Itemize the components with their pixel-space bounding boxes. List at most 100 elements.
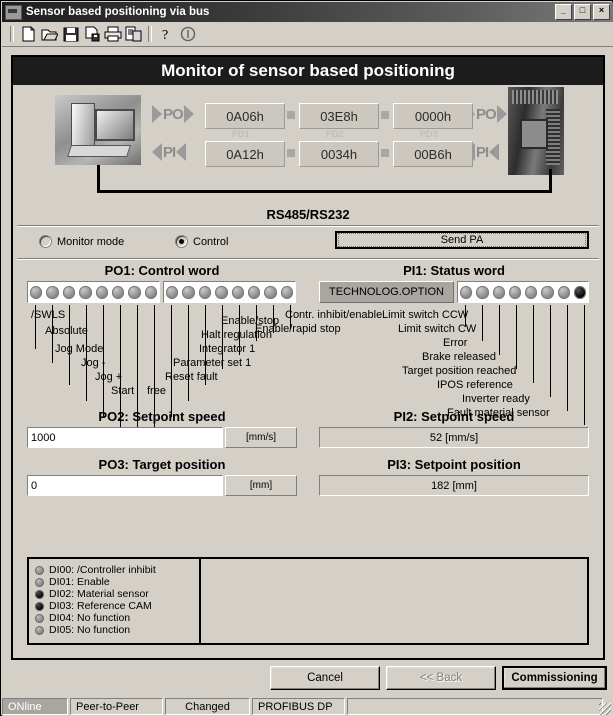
pi1-value: 0A12h xyxy=(205,141,285,167)
send-pa-button[interactable]: Send PA xyxy=(335,231,589,249)
control-word-led-11[interactable] xyxy=(215,285,228,299)
cancel-button[interactable]: Cancel xyxy=(270,666,380,690)
status-mode: Peer-to-Peer xyxy=(70,698,163,715)
control-word-led-9[interactable] xyxy=(182,285,195,299)
pi3-value: 00B6h xyxy=(393,141,473,167)
help-question-icon[interactable]: ? xyxy=(156,24,177,44)
send-pa-label: Send PA xyxy=(338,233,586,247)
open-folder-icon[interactable] xyxy=(39,24,60,44)
control-word-led-0[interactable] xyxy=(30,285,43,299)
window-title: Sensor based positioning via bus xyxy=(26,6,210,18)
pc-tower xyxy=(71,103,95,147)
connector-4 xyxy=(381,149,389,157)
window-controls: _ □ × xyxy=(555,4,613,20)
button-row: Cancel << Back Commissioning xyxy=(2,666,613,694)
control-word-title: PO1: Control word xyxy=(104,263,220,278)
status-word-bit-label-6: Inverter ready xyxy=(462,393,530,405)
bus-line-pc-vertical xyxy=(97,165,100,193)
status-state: Changed xyxy=(165,698,250,715)
resize-grip[interactable] xyxy=(599,703,611,715)
po3-value: 0000h xyxy=(393,103,473,129)
inverter-vents xyxy=(546,109,560,165)
control-word-led-8[interactable] xyxy=(166,285,179,299)
po3-position-input[interactable]: 0 xyxy=(27,475,223,496)
status-word-led-1[interactable] xyxy=(476,285,489,299)
pi2-title: PI2: Setpoint speed xyxy=(393,409,515,424)
about-icon[interactable] xyxy=(177,24,198,44)
pi3-title: PI3: Setpoint position xyxy=(387,457,521,472)
digital-input-label-1: DI01: Enable xyxy=(49,576,110,588)
digital-inputs-list: DI00: /Controller inhibit DI01: Enable DI0… xyxy=(29,559,201,643)
control-word-leds-low[interactable] xyxy=(163,281,296,303)
commissioning-button[interactable]: Commissioning xyxy=(502,666,607,690)
po2-unit: [mm/s] xyxy=(225,427,297,448)
maximize-icon: □ xyxy=(579,5,586,15)
digital-input-led-1 xyxy=(35,577,44,587)
control-word-led-3[interactable] xyxy=(79,285,92,299)
save-as-icon[interactable] xyxy=(81,24,102,44)
panel-header-label: Monitor of sensor based positioning xyxy=(161,61,455,80)
status-bar: ONline Peer-to-Peer Changed PROFIBUS DP xyxy=(2,697,613,716)
arrow-left-icon xyxy=(152,143,162,161)
po3-unit: [mm] xyxy=(225,475,297,496)
control-word-led-14[interactable] xyxy=(264,285,277,299)
status-word-leds[interactable] xyxy=(457,281,589,303)
control-word-tick-8 xyxy=(171,305,172,417)
control-word-led-15[interactable] xyxy=(280,285,293,299)
control-word-led-6[interactable] xyxy=(128,285,141,299)
status-word-tick-2 xyxy=(499,305,500,355)
back-button[interactable]: << Back xyxy=(386,666,496,690)
radio-monitor-label: Monitor mode xyxy=(57,235,125,248)
pi3-position-value: 182 [mm] xyxy=(319,475,589,496)
control-word-led-5[interactable] xyxy=(111,285,125,299)
control-word-bit-label-3: Jog - xyxy=(81,357,106,369)
status-word-led-6[interactable] xyxy=(557,285,570,299)
close-button[interactable]: × xyxy=(593,4,610,20)
status-word-tick-3 xyxy=(516,305,517,369)
divider-2-highlight xyxy=(17,259,599,260)
status-word-tick-1 xyxy=(482,305,483,341)
maximize-button[interactable]: □ xyxy=(574,4,591,20)
radio-control[interactable]: Control xyxy=(175,235,228,248)
status-word-tick-4 xyxy=(533,305,534,383)
status-word-led-2[interactable] xyxy=(492,285,505,299)
digital-input-row: DI03: Reference CAM xyxy=(35,600,199,612)
new-document-icon[interactable] xyxy=(18,24,39,44)
control-word-led-1[interactable] xyxy=(46,285,59,299)
print-preview-icon[interactable] xyxy=(123,24,144,44)
save-disk-icon[interactable] xyxy=(60,24,81,44)
status-word-led-5[interactable] xyxy=(541,285,554,299)
arrow-left-icon-2 xyxy=(176,143,187,161)
minimize-icon: _ xyxy=(560,5,566,15)
po2-speed-input[interactable]: 1000 xyxy=(27,427,223,448)
control-word-led-10[interactable] xyxy=(198,285,212,299)
control-word-led-12[interactable] xyxy=(231,285,244,299)
status-word-led-3[interactable] xyxy=(508,285,521,299)
minimize-button[interactable]: _ xyxy=(555,4,572,20)
digital-input-label-2: DI02: Material sensor xyxy=(49,588,149,600)
status-empty xyxy=(347,698,603,715)
title-bar: Sensor based positioning via bus _ □ × xyxy=(2,2,613,22)
radio-monitor-mode[interactable]: Monitor mode xyxy=(39,235,124,248)
control-word-led-4[interactable] xyxy=(95,285,108,299)
digital-input-row: DI00: /Controller inhibit xyxy=(35,564,199,576)
application-window: Sensor based positioning via bus _ □ × ?… xyxy=(0,0,613,716)
close-icon: × xyxy=(598,5,605,15)
digital-input-led-2 xyxy=(35,589,44,599)
control-word-led-13[interactable] xyxy=(247,285,261,299)
control-word-led-2[interactable] xyxy=(62,285,76,299)
status-word-led-7[interactable] xyxy=(573,285,586,299)
print-icon[interactable] xyxy=(102,24,123,44)
control-word-led-7[interactable] xyxy=(144,285,157,299)
panel-header: Monitor of sensor based positioning xyxy=(13,57,603,85)
control-word-bit-label-9: Integrator 1 xyxy=(199,343,256,355)
status-word-led-0[interactable] xyxy=(460,285,473,299)
status-word-bit-label-4: Target position reached xyxy=(402,365,517,377)
status-word-title: PI1: Status word xyxy=(403,263,505,278)
radio-control-label: Control xyxy=(193,235,229,248)
control-word-leds-high[interactable] xyxy=(27,281,160,303)
monitor-panel: Monitor of sensor based positioning PO P… xyxy=(11,55,605,660)
digital-input-led-4 xyxy=(35,613,44,623)
status-word-led-4[interactable] xyxy=(525,285,538,299)
arrow-right-icon-4 xyxy=(496,105,507,123)
